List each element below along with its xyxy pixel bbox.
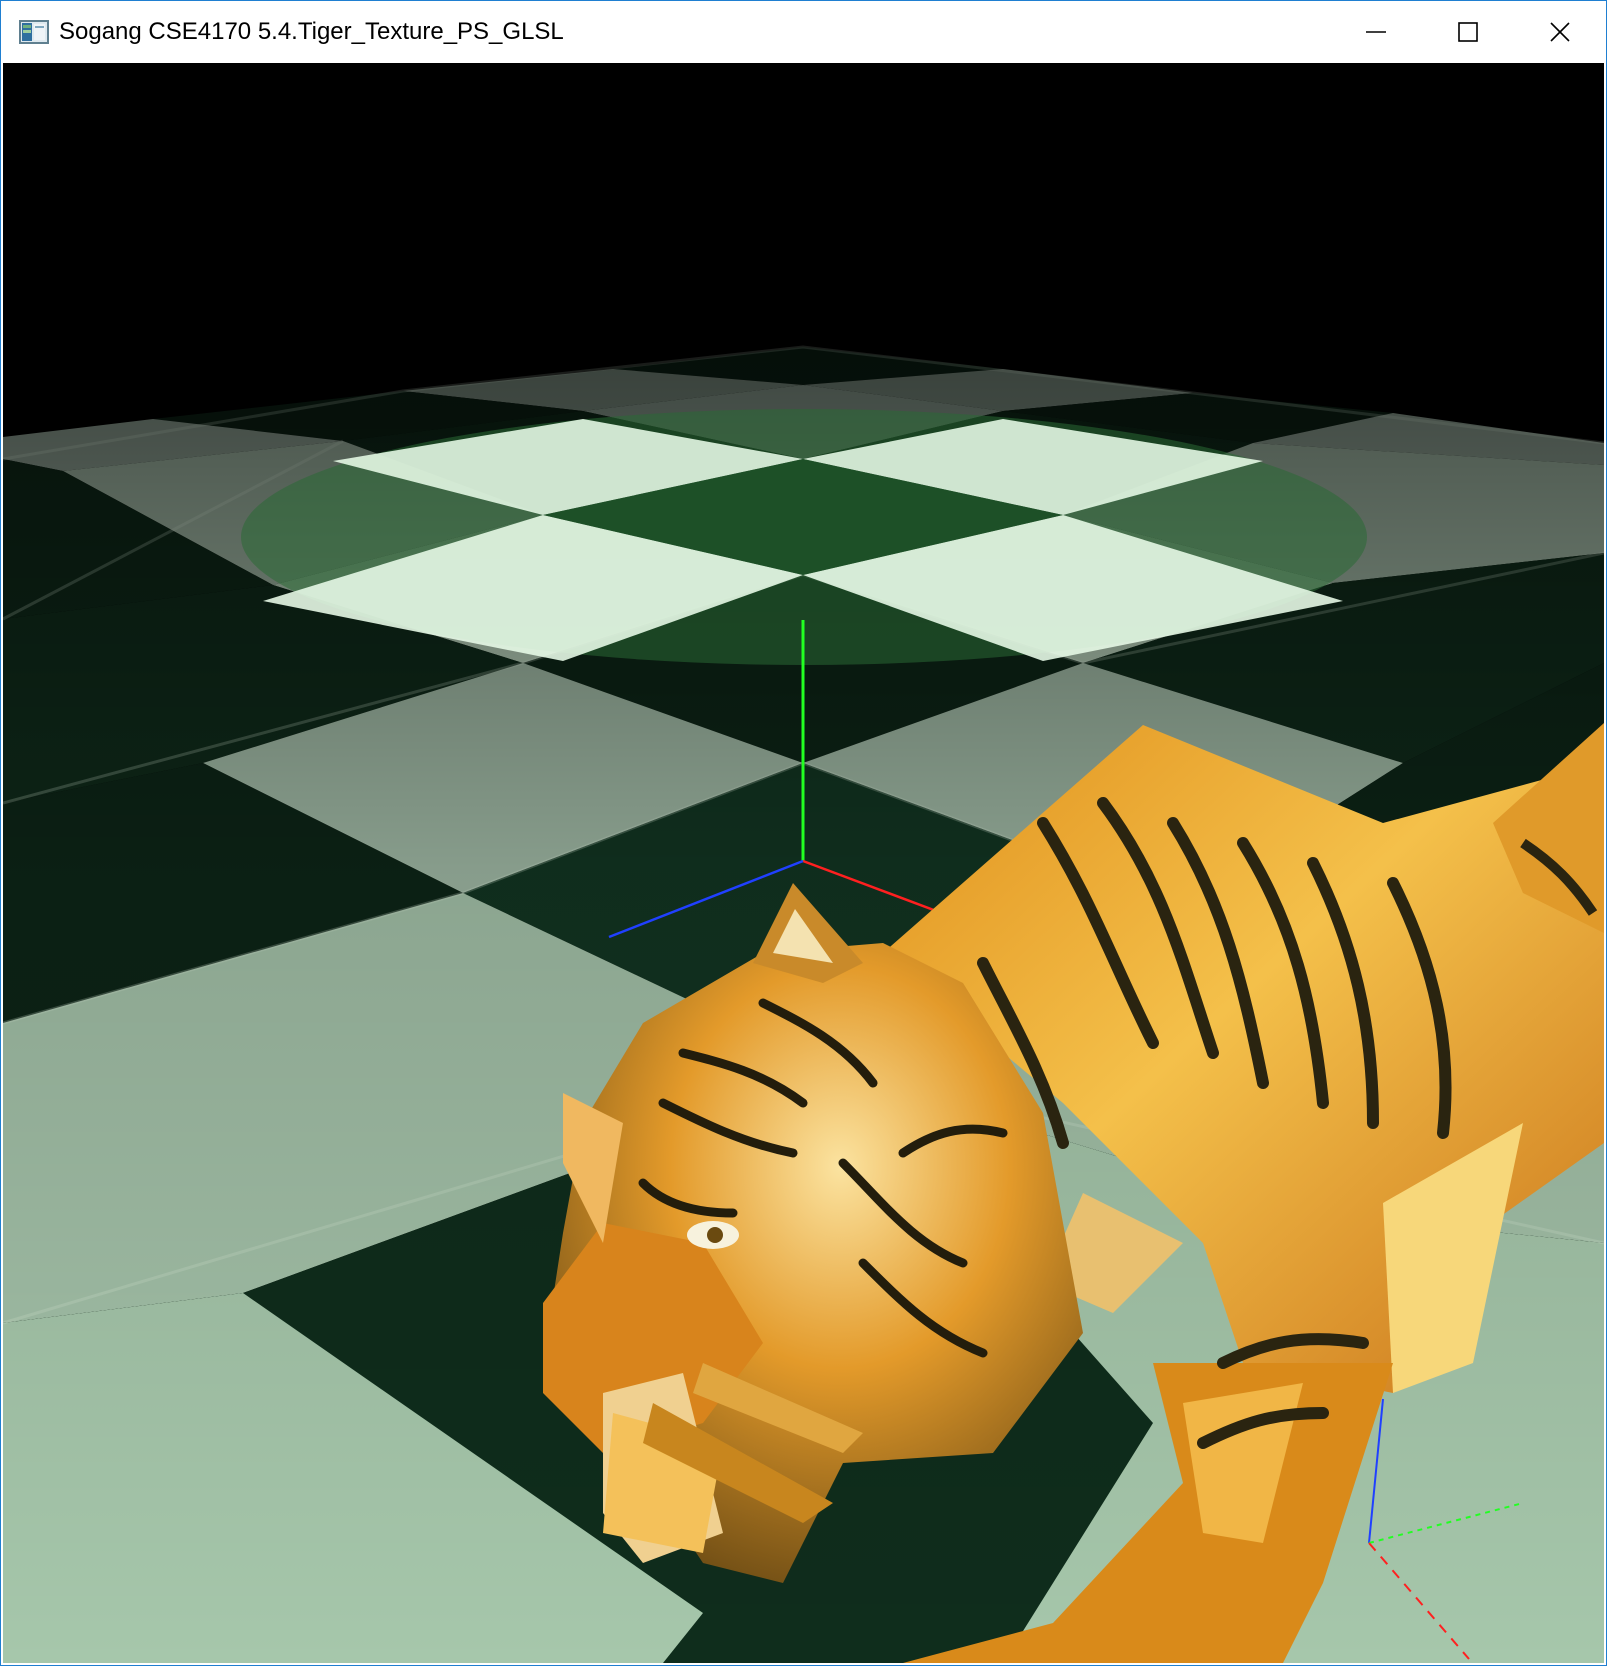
window-controls [1330,1,1606,63]
rendered-scene [3,63,1604,1663]
minimize-icon [1366,31,1386,33]
title-bar[interactable]: Sogang CSE4170 5.4.Tiger_Texture_PS_GLSL [1,1,1606,63]
minimize-button[interactable] [1330,1,1422,63]
maximize-button[interactable] [1422,1,1514,63]
close-button[interactable] [1514,1,1606,63]
app-window: Sogang CSE4170 5.4.Tiger_Texture_PS_GLSL [0,0,1607,1666]
maximize-icon [1458,22,1478,42]
opengl-viewport[interactable] [3,63,1604,1663]
opengl-app-icon [19,20,49,44]
close-icon [1550,22,1570,42]
window-title: Sogang CSE4170 5.4.Tiger_Texture_PS_GLSL [59,18,564,45]
